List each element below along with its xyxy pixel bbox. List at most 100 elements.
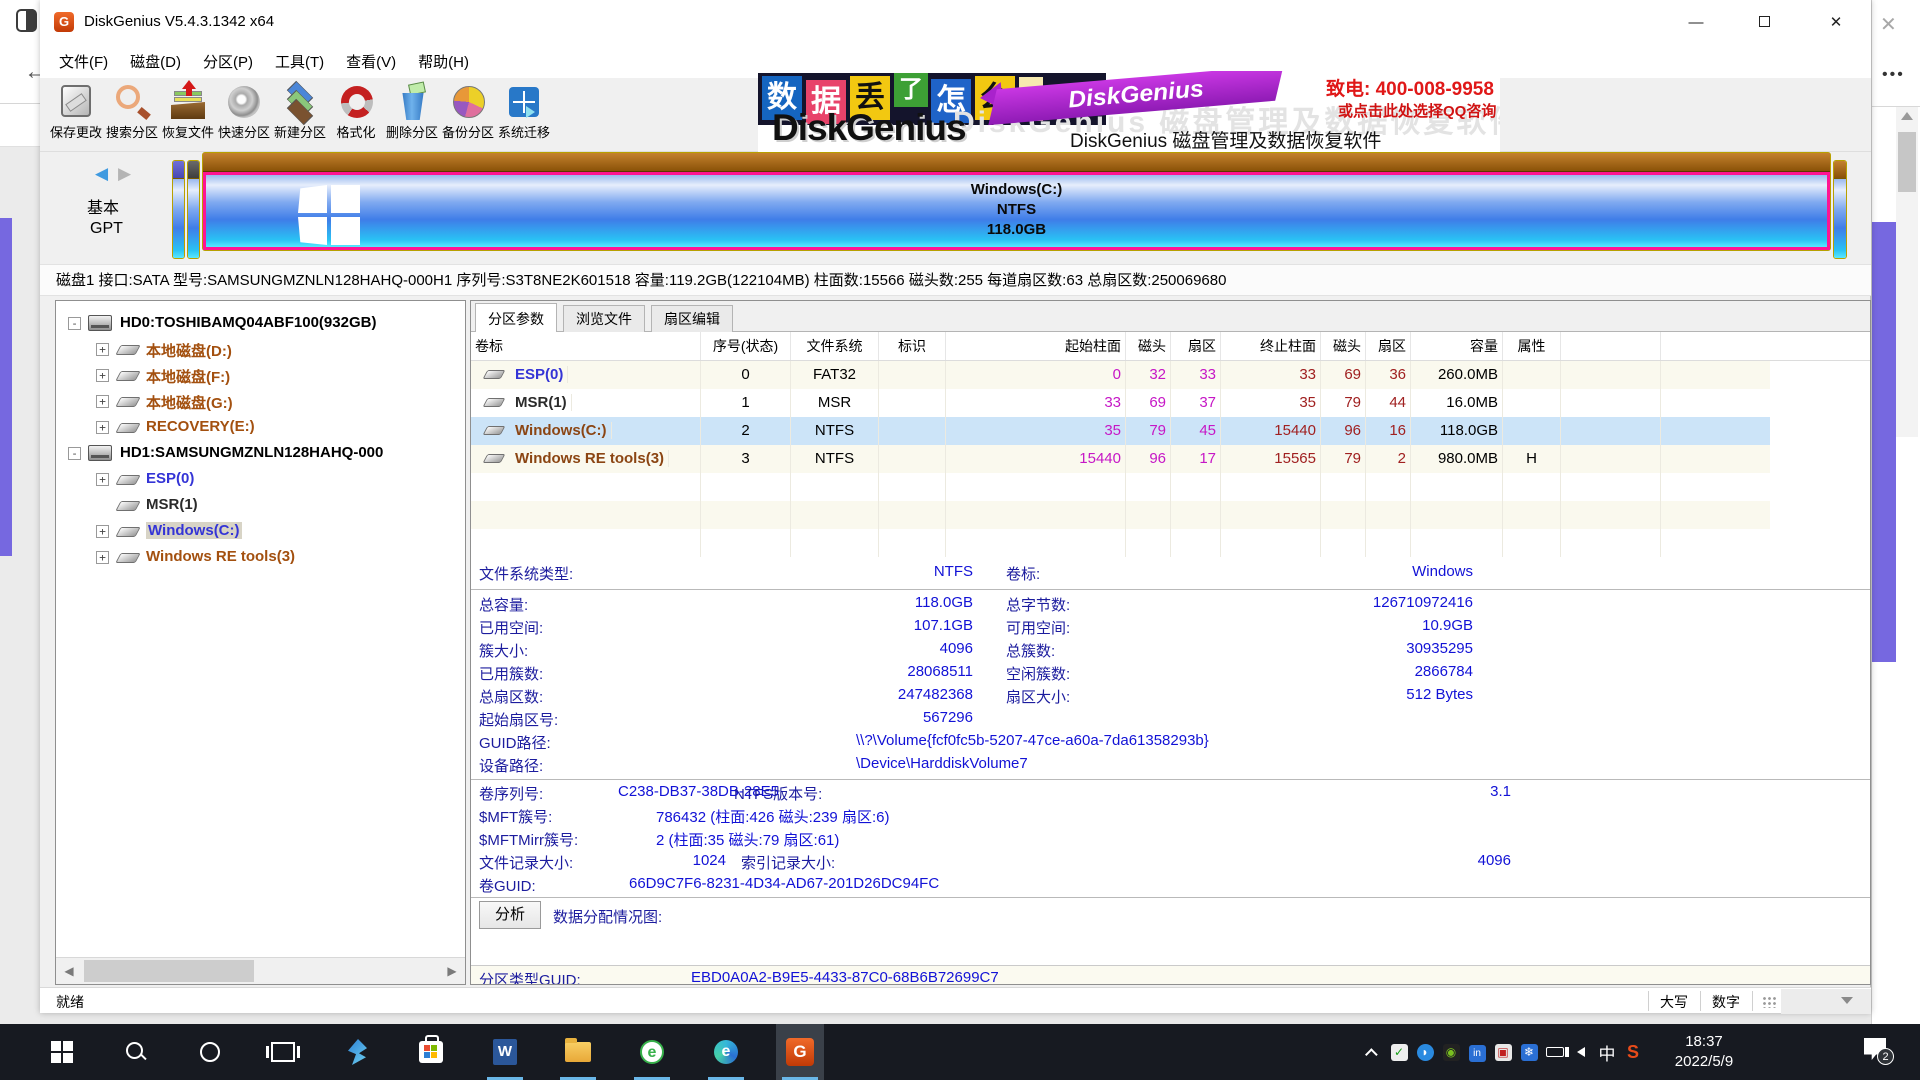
expand-icon[interactable]: +	[96, 421, 109, 434]
recover-files-button[interactable]: 恢复文件	[160, 80, 216, 150]
expand-icon[interactable]: +	[96, 343, 109, 356]
detail-row-device-path: 设备路径: \Device\HarddiskVolume7	[471, 755, 1870, 778]
tray-security-shield-icon[interactable]: ▣	[1490, 1043, 1516, 1061]
partition-icon	[483, 398, 506, 407]
tray-update-icon[interactable]: ✓	[1386, 1043, 1412, 1061]
scrollbar-thumb[interactable]	[1898, 132, 1916, 192]
prev-disk-icon[interactable]: ◀	[95, 164, 108, 184]
more-menu-icon[interactable]: •••	[1882, 66, 1905, 84]
close-icon[interactable]: ✕	[1880, 12, 1897, 37]
scroll-up-icon[interactable]	[1901, 112, 1913, 120]
tree-item-re-tools[interactable]: + Windows RE tools(3)	[56, 545, 466, 571]
tree-item-hd1[interactable]: - HD1:SAMSUNGMZNLN128HAHQ-000	[56, 441, 466, 467]
save-changes-button[interactable]: 保存更改	[48, 80, 104, 150]
new-partition-button[interactable]: 新建分区	[272, 80, 328, 150]
quick-partition-button[interactable]: 快速分区	[216, 80, 272, 150]
browser-tab-icon[interactable]	[16, 9, 37, 32]
tree-item-local-f[interactable]: + 本地磁盘(F:)	[56, 363, 466, 389]
collapse-icon[interactable]: -	[68, 447, 81, 460]
minimize-button[interactable]: —	[1673, 0, 1719, 45]
taskbar-app-flash[interactable]	[333, 1024, 381, 1080]
partition-bar-re-tools[interactable]	[1833, 160, 1847, 259]
menu-help[interactable]: 帮助(H)	[407, 47, 480, 76]
table-row-windows-c-selected[interactable]: Windows(C:) 2 NTFS 35 79 45 15440 96 16 …	[471, 417, 1770, 445]
table-row-msr[interactable]: MSR(1) 1 MSR 33 69 37 35 79 44 16.0MB	[471, 389, 1770, 417]
scrollbar-thumb[interactable]	[84, 960, 254, 982]
partition-tree-panel: - HD0:TOSHIBAMQ04ABF100(932GB) + 本地磁盘(D:…	[55, 300, 466, 985]
analyze-button[interactable]: 分析	[479, 901, 541, 929]
close-button[interactable]: ✕	[1813, 0, 1859, 45]
taskbar-app-diskgenius[interactable]: G	[776, 1024, 824, 1080]
scroll-down-icon[interactable]	[1841, 997, 1853, 1004]
expand-icon[interactable]: +	[96, 473, 109, 486]
taskbar-app-store[interactable]	[407, 1024, 455, 1080]
taskbar-clock[interactable]: 18:37 2022/5/9	[1660, 1032, 1748, 1072]
tree-item-local-g[interactable]: + 本地磁盘(G:)	[56, 389, 466, 415]
next-disk-icon[interactable]: ▶	[118, 164, 131, 184]
disc-icon	[224, 82, 264, 122]
partition-bar-esp[interactable]	[172, 160, 185, 259]
tree-item-local-d[interactable]: + 本地磁盘(D:)	[56, 337, 466, 363]
tab-browse-files[interactable]: 浏览文件	[563, 305, 645, 332]
tray-volume-icon[interactable]	[1568, 1044, 1594, 1060]
tray-s-app-icon[interactable]: S	[1620, 1042, 1646, 1063]
tree-item-recovery-e[interactable]: + RECOVERY(E:)	[56, 415, 466, 441]
partition-bar-windows-c[interactable]: Windows(C:) NTFS 118.0GB	[202, 152, 1831, 251]
delete-partition-button[interactable]: 删除分区	[384, 80, 440, 150]
backup-partition-button[interactable]: 备份分区	[440, 80, 496, 150]
tree-item-msr[interactable]: MSR(1)	[56, 493, 466, 519]
tree-item-hd0[interactable]: - HD0:TOSHIBAMQ04ABF100(932GB)	[56, 311, 466, 337]
taskbar-cortana[interactable]	[186, 1024, 234, 1080]
taskbar-search[interactable]	[112, 1024, 160, 1080]
menu-partition[interactable]: 分区(P)	[192, 47, 264, 76]
pie-icon	[448, 82, 488, 122]
taskbar-app-360browser[interactable]: e	[628, 1024, 676, 1080]
system-migration-button[interactable]: 系统迁移	[496, 80, 552, 150]
tray-intel-icon[interactable]: in	[1464, 1043, 1490, 1062]
tab-sector-edit[interactable]: 扇区编辑	[651, 305, 733, 332]
tray-snowflake-icon[interactable]: ❄	[1516, 1043, 1542, 1061]
expand-icon[interactable]: +	[96, 551, 109, 564]
notification-center-button[interactable]: 2	[1864, 1038, 1894, 1064]
divider	[0, 103, 40, 104]
start-button[interactable]	[38, 1024, 86, 1080]
horizontal-scrollbar[interactable]: ◀ ▶	[56, 957, 465, 984]
scroll-left-icon[interactable]: ◀	[56, 958, 82, 984]
expand-icon[interactable]: +	[96, 525, 109, 538]
format-button[interactable]: 格式化	[328, 80, 384, 150]
tray-messenger-icon[interactable]: ◗	[1412, 1043, 1438, 1061]
partition-bar-msr[interactable]	[187, 160, 200, 259]
tray-nvidia-icon[interactable]: ◉	[1438, 1043, 1464, 1061]
taskbar-app-explorer[interactable]	[554, 1024, 602, 1080]
expand-icon[interactable]: +	[96, 395, 109, 408]
menu-disk[interactable]: 磁盘(D)	[119, 47, 192, 76]
detail-row-recordsize: 文件记录大小: 1024 索引记录大小: 4096	[471, 852, 1870, 875]
menu-file[interactable]: 文件(F)	[48, 47, 119, 76]
tree-item-windows-c[interactable]: + Windows(C:)	[56, 519, 466, 545]
tray-ime-indicator[interactable]: 中	[1594, 1040, 1620, 1065]
collapse-icon[interactable]: -	[68, 317, 81, 330]
store-icon	[419, 1041, 443, 1063]
tab-partition-params[interactable]: 分区参数	[475, 303, 557, 333]
table-row-re-tools[interactable]: Windows RE tools(3) 3 NTFS 15440 96 17 1…	[471, 445, 1770, 473]
harddisk-icon	[88, 445, 112, 461]
maximize-button[interactable]	[1741, 0, 1787, 45]
task-view-button[interactable]	[259, 1024, 307, 1080]
menu-tools[interactable]: 工具(T)	[264, 47, 335, 76]
search-partition-button[interactable]: 搜索分区	[104, 80, 160, 150]
banner-qq-link[interactable]: 或点击此处选择QQ咨询	[1338, 100, 1496, 121]
taskbar-app-word[interactable]: W	[481, 1024, 529, 1080]
ad-banner[interactable]: 数 据 丢 了 怎 么 ! DiskGenius 磁盘管理及数据恢复软件 Dis…	[758, 71, 1500, 152]
detail-row-mftmirr: $MFTMirr簇号: 2 (柱面:35 磁头:79 扇区:61)	[471, 829, 1870, 852]
status-gray-pane	[1781, 989, 1871, 1014]
expand-icon[interactable]: +	[96, 369, 109, 382]
tray-chevron-icon[interactable]	[1360, 1044, 1386, 1060]
resize-grip[interactable]	[1762, 996, 1776, 1008]
divider	[471, 897, 1870, 898]
scroll-right-icon[interactable]: ▶	[439, 958, 465, 984]
taskbar-app-edge[interactable]: e	[702, 1024, 750, 1080]
tree-item-esp[interactable]: + ESP(0)	[56, 467, 466, 493]
menu-view[interactable]: 查看(V)	[335, 47, 407, 76]
table-row-esp[interactable]: ESP(0) 0 FAT32 0 32 33 33 69 36 260.0MB	[471, 361, 1770, 389]
partition-icon	[115, 397, 140, 407]
